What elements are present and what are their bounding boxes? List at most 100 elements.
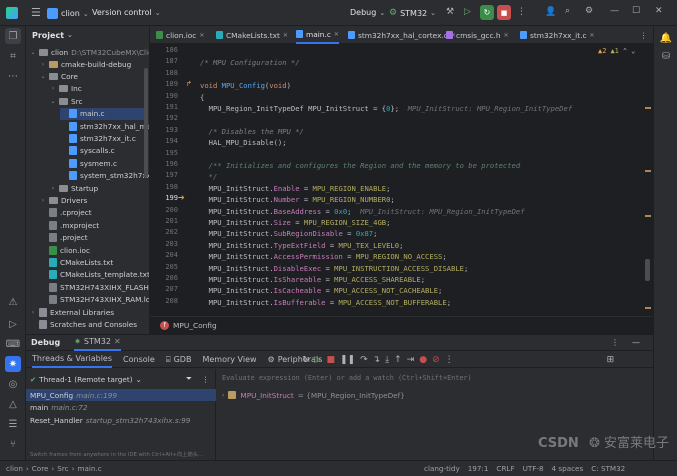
tree-item[interactable]: sysmem.c	[60, 157, 117, 169]
tree-item[interactable]: › Startup	[50, 182, 98, 194]
tree-item[interactable]: CMakeLists_template.txt	[40, 269, 149, 281]
vcs-selector[interactable]: Version control ⌄	[92, 8, 161, 17]
tree-item[interactable]: .mxproject	[40, 219, 99, 231]
more-tools-icon[interactable]: ⋯	[5, 68, 21, 84]
variable-row[interactable]: › MPU_InitStruct = {MPU_Region_InitTypeD…	[222, 389, 405, 401]
view-breakpoints-icon[interactable]: ●	[419, 355, 427, 365]
debug-tab[interactable]: Console	[123, 352, 155, 368]
error-stripe-mark[interactable]	[645, 307, 651, 309]
tree-item[interactable]: › Drivers	[40, 194, 87, 206]
run-to-cursor-icon[interactable]: ⇥	[407, 355, 415, 365]
tree-item[interactable]: stm32h7xx_it.c	[60, 132, 136, 144]
code-line[interactable]: MPU_InitStruct.Enable = MPU_REGION_ENABL…	[200, 183, 391, 194]
caret-position[interactable]: 197:1	[468, 464, 489, 473]
evaluate-input[interactable]: Evaluate expression (Enter) or add a wat…	[218, 372, 638, 384]
close-icon[interactable]: ✕	[199, 32, 204, 39]
stack-frame[interactable]: main main.c:72	[26, 402, 216, 414]
editor-scrollbar[interactable]	[645, 259, 650, 281]
debug-tab[interactable]: Memory View	[202, 352, 256, 368]
editor-tab[interactable]: clion.ioc ✕	[156, 26, 204, 44]
tree-item[interactable]: .cproject	[40, 207, 92, 219]
filter-icon[interactable]: ⏷	[186, 374, 192, 384]
code-line[interactable]: MPU_InitStruct.DisableExec = MPU_INSTRUC…	[200, 263, 469, 274]
execution-point-icon[interactable]: ➔	[178, 193, 185, 202]
code-line[interactable]: /* MPU Configuration */	[200, 57, 300, 68]
tree-item[interactable]: ⌄ Core	[40, 70, 77, 82]
status-path-item[interactable]: clion	[6, 464, 23, 473]
maximize-icon[interactable]: ☐	[632, 6, 640, 16]
close-icon[interactable]: ✕	[590, 32, 595, 39]
debug-tab[interactable]: ⌸ GDB	[166, 352, 192, 368]
step-into-icon[interactable]: ↴	[373, 355, 381, 365]
user-icon[interactable]: 👤	[545, 7, 556, 17]
services-tool-icon[interactable]: ◎	[5, 376, 21, 392]
force-step-into-icon[interactable]: ⤓	[385, 355, 389, 365]
more-icon[interactable]: ⋮	[611, 338, 619, 347]
terminal-tool-icon[interactable]: ⌨	[5, 336, 21, 352]
editor-tab[interactable]: main.c ✕	[296, 26, 339, 44]
rerun-icon[interactable]: ↻	[302, 355, 310, 365]
code-line[interactable]: */	[200, 171, 218, 182]
settings-gear-icon[interactable]: ⚙	[585, 6, 593, 16]
project-tool-icon[interactable]: ❐	[5, 28, 21, 44]
tree-item[interactable]: .project	[40, 232, 88, 244]
file-encoding[interactable]: UTF-8	[523, 464, 544, 473]
code-line[interactable]: /** Initializes and configures the Regio…	[200, 160, 521, 171]
code-line[interactable]: MPU_InitStruct.IsShareable = MPU_ACCESS_…	[200, 274, 425, 285]
code-line[interactable]: MPU_InitStruct.IsCacheable = MPU_ACCESS_…	[200, 285, 443, 296]
editor-tab[interactable]: stm32h7xx_hal_cortex.c ✕	[348, 26, 456, 44]
run-config-selector[interactable]: Debug ⌄	[350, 8, 385, 17]
tree-item[interactable]: Scratches and Consoles	[30, 318, 137, 330]
status-path-item[interactable]: Src	[57, 464, 68, 473]
thread-selector[interactable]: ✔ Thread-1 (Remote target) ⌄ ⏷ ⋮	[26, 373, 216, 385]
more-tabs-icon[interactable]: ⋮	[640, 26, 647, 44]
debug-session-tab[interactable]: ✷ STM32 ✕	[74, 335, 121, 351]
debug-tool-icon[interactable]: ✷	[5, 356, 21, 372]
expand-arrow-icon[interactable]: ›	[222, 392, 224, 399]
tree-item[interactable]: system_stm32h7xx.c	[60, 170, 149, 182]
code-line[interactable]: /* Disables the MPU */	[200, 126, 304, 137]
resume-icon[interactable]: ▷	[315, 355, 322, 365]
tree-item[interactable]: STM32H743XIHX_RAM.ld	[40, 294, 149, 306]
inspection-widget[interactable]: ▲2 ▲1 ⌃ ⌄	[598, 47, 635, 55]
linter-status[interactable]: clang-tidy	[424, 464, 460, 473]
step-out-icon[interactable]: ↑	[394, 355, 402, 365]
stop-icon[interactable]: ■	[497, 5, 511, 20]
problems-tool-icon[interactable]: ⚠	[5, 294, 21, 310]
expand-arrow-icon[interactable]: ›	[30, 309, 36, 316]
code-line[interactable]: void MPU_Config(void)	[200, 80, 291, 91]
language-context[interactable]: C: STM32	[591, 464, 625, 473]
stop-icon[interactable]: ■	[326, 355, 335, 365]
recursion-marker-icon[interactable]: ↱	[186, 80, 192, 88]
editor-tab[interactable]: stm32h7xx_it.c ✕	[520, 26, 595, 44]
more-icon[interactable]: ⋮	[445, 355, 454, 365]
notifications-icon[interactable]: 🔔	[658, 30, 674, 46]
expand-arrow-icon[interactable]: ›	[40, 61, 46, 68]
error-stripe-mark[interactable]	[645, 107, 651, 109]
run-tool-icon[interactable]: ▷	[5, 316, 21, 332]
close-icon[interactable]: ✕	[114, 337, 121, 346]
code-line[interactable]: MPU_InitStruct.TypeExtField = MPU_TEX_LE…	[200, 240, 404, 251]
tree-item[interactable]: STM32H743XIHX_FLASH.ld	[40, 281, 149, 293]
close-icon[interactable]: ✕	[655, 6, 663, 16]
more-icon[interactable]: ⋮	[202, 375, 209, 384]
layout-icon[interactable]: ⊞	[607, 355, 615, 365]
error-stripe-mark[interactable]	[645, 215, 651, 217]
project-scrollbar[interactable]	[144, 68, 148, 178]
close-icon[interactable]: ✕	[334, 31, 339, 38]
code-line[interactable]: MPU_InitStruct.AccessPermission = MPU_RE…	[200, 251, 447, 262]
editor-tab[interactable]: CMakeLists.txt ✕	[216, 26, 288, 44]
tree-item[interactable]: › Inc	[50, 83, 82, 95]
expand-arrow-icon[interactable]: ›	[40, 197, 46, 204]
tree-item[interactable]: › cmake-build-debug	[40, 58, 131, 70]
target-selector[interactable]: ⚙ STM32 ⌄	[389, 8, 436, 18]
code-editor[interactable]: ▲2 ▲1 ⌃ ⌄ /* MPU Configuration */ void MP…	[198, 44, 653, 316]
pause-icon[interactable]: ❚❚	[340, 355, 355, 365]
debug-tab[interactable]: Threads & Variables	[32, 352, 113, 368]
code-line[interactable]: HAL_MPU_Disable();	[200, 137, 287, 148]
minimize-icon[interactable]: —	[610, 6, 619, 16]
project-selector[interactable]: clion ⌄	[47, 8, 89, 19]
code-line[interactable]: MPU_InitStruct.SubRegionDisable = 0x87;	[200, 228, 378, 239]
hammer-icon[interactable]: ⚒	[446, 7, 454, 17]
cmake-tool-icon[interactable]: △	[5, 396, 21, 412]
